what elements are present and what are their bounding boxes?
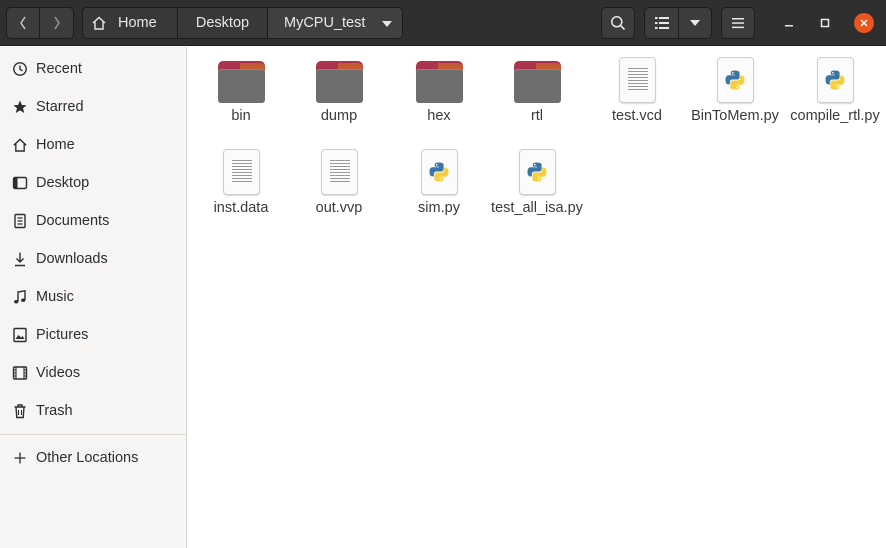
sidebar-item-label: Home <box>36 137 75 153</box>
sidebar-item-home[interactable]: Home <box>0 128 186 162</box>
sidebar-item-label: Documents <box>36 213 110 229</box>
clock-icon <box>11 60 29 78</box>
close-icon <box>860 19 868 27</box>
chevron-down-icon <box>690 20 700 26</box>
sidebar-item-other-locations[interactable]: Other Locations <box>0 441 186 475</box>
list-view-icon <box>654 17 669 29</box>
sidebar-item-label: Other Locations <box>36 450 139 466</box>
sidebar-item-downloads[interactable]: Downloads <box>0 242 186 276</box>
pictures-icon <box>11 326 29 344</box>
file-item-text[interactable]: inst.data <box>191 145 291 217</box>
search-button[interactable] <box>601 7 635 39</box>
file-item-folder[interactable]: bin <box>191 53 291 125</box>
breadcrumb-label: Home <box>118 15 157 31</box>
maximize-icon <box>820 18 830 28</box>
file-item-text[interactable]: out.vvp <box>289 145 389 217</box>
sidebar-item-label: Music <box>36 289 74 305</box>
sidebar-item-label: Videos <box>36 365 81 381</box>
sidebar-item-label: Recent <box>36 61 82 77</box>
sidebar-item-pictures[interactable]: Pictures <box>0 318 186 352</box>
file-item-text[interactable]: test.vcd <box>587 53 687 125</box>
star-icon <box>11 98 29 116</box>
chevron-right-icon <box>53 16 60 30</box>
sidebar-item-starred[interactable]: Starred <box>0 90 186 124</box>
sidebar-item-documents[interactable]: Documents <box>0 204 186 238</box>
sidebar-separator <box>0 434 186 435</box>
videos-icon <box>11 364 29 382</box>
breadcrumb-desktop[interactable]: Desktop <box>177 7 268 39</box>
folder-icon <box>217 61 265 103</box>
sidebar-item-videos[interactable]: Videos <box>0 356 186 390</box>
file-name: test_all_isa.py <box>491 200 583 216</box>
sidebar-item-label: Desktop <box>36 175 90 191</box>
hamburger-icon <box>732 18 744 29</box>
python-file-icon <box>518 149 556 195</box>
file-item-folder[interactable]: rtl <box>487 53 587 125</box>
python-file-icon <box>716 57 754 103</box>
python-file-icon <box>420 149 458 195</box>
music-icon <box>11 288 29 306</box>
list-view-button[interactable] <box>644 7 679 39</box>
python-file-icon <box>816 57 854 103</box>
file-name: test.vcd <box>612 108 662 124</box>
view-options-button[interactable] <box>678 7 712 39</box>
sidebar-item-music[interactable]: Music <box>0 280 186 314</box>
file-item-folder[interactable]: hex <box>389 53 489 125</box>
back-button[interactable] <box>6 7 40 39</box>
main-menu-button[interactable] <box>721 7 755 39</box>
file-item-python[interactable]: compile_rtl.py <box>785 53 885 125</box>
text-file-icon <box>222 149 260 195</box>
trash-icon <box>11 402 29 420</box>
breadcrumb-home[interactable]: Home <box>82 7 178 39</box>
breadcrumb-current[interactable]: MyCPU_test <box>267 7 403 39</box>
file-item-python[interactable]: test_all_isa.py <box>487 145 587 217</box>
file-name: bin <box>231 108 251 124</box>
file-item-python[interactable]: BinToMem.py <box>685 53 785 125</box>
file-name: sim.py <box>418 200 460 216</box>
search-icon <box>611 16 626 31</box>
home-icon <box>92 16 106 30</box>
header-bar: Home Desktop MyCPU_test <box>0 0 886 46</box>
breadcrumb-label: Desktop <box>195 15 250 31</box>
minimize-icon <box>785 25 793 27</box>
sidebar: Recent Starred Home Desktop Documents Do… <box>0 47 187 548</box>
sidebar-item-desktop[interactable]: Desktop <box>0 166 186 200</box>
folder-icon <box>415 61 463 103</box>
file-item-python[interactable]: sim.py <box>389 145 489 217</box>
plus-icon <box>11 449 29 467</box>
breadcrumb-label: MyCPU_test <box>284 15 366 31</box>
file-name: inst.data <box>213 200 269 216</box>
sidebar-item-label: Downloads <box>36 251 108 267</box>
desktop-icon <box>11 174 29 192</box>
file-name: rtl <box>530 108 544 124</box>
sidebar-item-trash[interactable]: Trash <box>0 394 186 428</box>
forward-button[interactable] <box>39 7 74 39</box>
file-name: BinToMem.py <box>691 108 779 124</box>
sidebar-item-label: Starred <box>36 99 84 115</box>
chevron-left-icon <box>20 16 26 30</box>
sidebar-item-label: Pictures <box>36 327 89 343</box>
minimize-button[interactable] <box>779 13 799 33</box>
chevron-down-icon <box>382 21 392 27</box>
documents-icon <box>11 212 29 230</box>
file-grid: bin dump hex rtl test.vcd BinToMem.py co… <box>188 47 886 548</box>
folder-icon <box>513 61 561 103</box>
folder-icon <box>315 61 363 103</box>
file-name: compile_rtl.py <box>790 108 880 124</box>
download-icon <box>11 250 29 268</box>
text-file-icon <box>618 57 656 103</box>
text-file-icon <box>320 149 358 195</box>
file-name: hex <box>427 108 451 124</box>
file-name: out.vvp <box>315 200 363 216</box>
maximize-button[interactable] <box>815 13 835 33</box>
close-button[interactable] <box>854 13 874 33</box>
sidebar-item-label: Trash <box>36 403 73 419</box>
file-name: dump <box>320 108 358 124</box>
sidebar-item-recent[interactable]: Recent <box>0 52 186 86</box>
file-item-folder[interactable]: dump <box>289 53 389 125</box>
home-icon <box>11 136 29 154</box>
